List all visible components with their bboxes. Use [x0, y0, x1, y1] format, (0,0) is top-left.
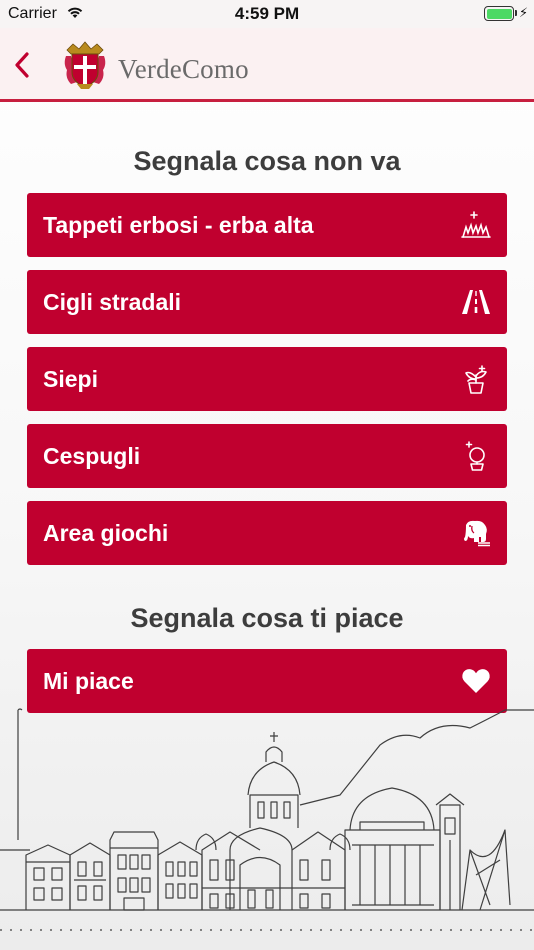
bush-icon [465, 441, 485, 471]
button-label: Mi piace [43, 667, 134, 694]
hedges-report-button[interactable]: Siepi [27, 347, 507, 411]
button-label: Area giochi [43, 519, 169, 546]
grass-icon [461, 211, 491, 238]
button-label: Siepi [43, 365, 98, 392]
como-skyline-illustration [0, 708, 534, 931]
app-title: VerdeComo [118, 54, 249, 84]
playground-elephant-icon [464, 520, 490, 547]
potted-plant-icon [465, 365, 487, 394]
grass-report-button[interactable]: Tappeti erbosi - erba alta [27, 193, 507, 257]
battery-fill [486, 8, 512, 19]
road-icon [462, 290, 490, 314]
battery-tip [515, 10, 517, 16]
status-bar: Carrier 4:59 PM ⚡ [0, 0, 534, 28]
road-edges-report-button[interactable]: Cigli stradali [27, 270, 507, 334]
bushes-report-button[interactable]: Cespugli [27, 424, 507, 488]
status-time: 4:59 PM [234, 4, 300, 23]
playground-report-button[interactable]: Area giochi [27, 501, 507, 565]
report-problems-title: Segnala cosa non va [133, 146, 401, 176]
battery-icon [484, 6, 514, 21]
charging-icon: ⚡ [519, 5, 529, 20]
back-chevron-icon[interactable] [8, 44, 38, 84]
como-crest-icon [64, 41, 106, 89]
button-label: Cigli stradali [43, 288, 182, 315]
button-label: Tappeti erbosi - erba alta [43, 211, 314, 238]
heart-icon [462, 669, 490, 693]
button-label: Cespugli [43, 442, 141, 469]
nav-bar: VerdeComo [0, 28, 534, 102]
report-likes-title: Segnala cosa ti piace [130, 603, 404, 633]
